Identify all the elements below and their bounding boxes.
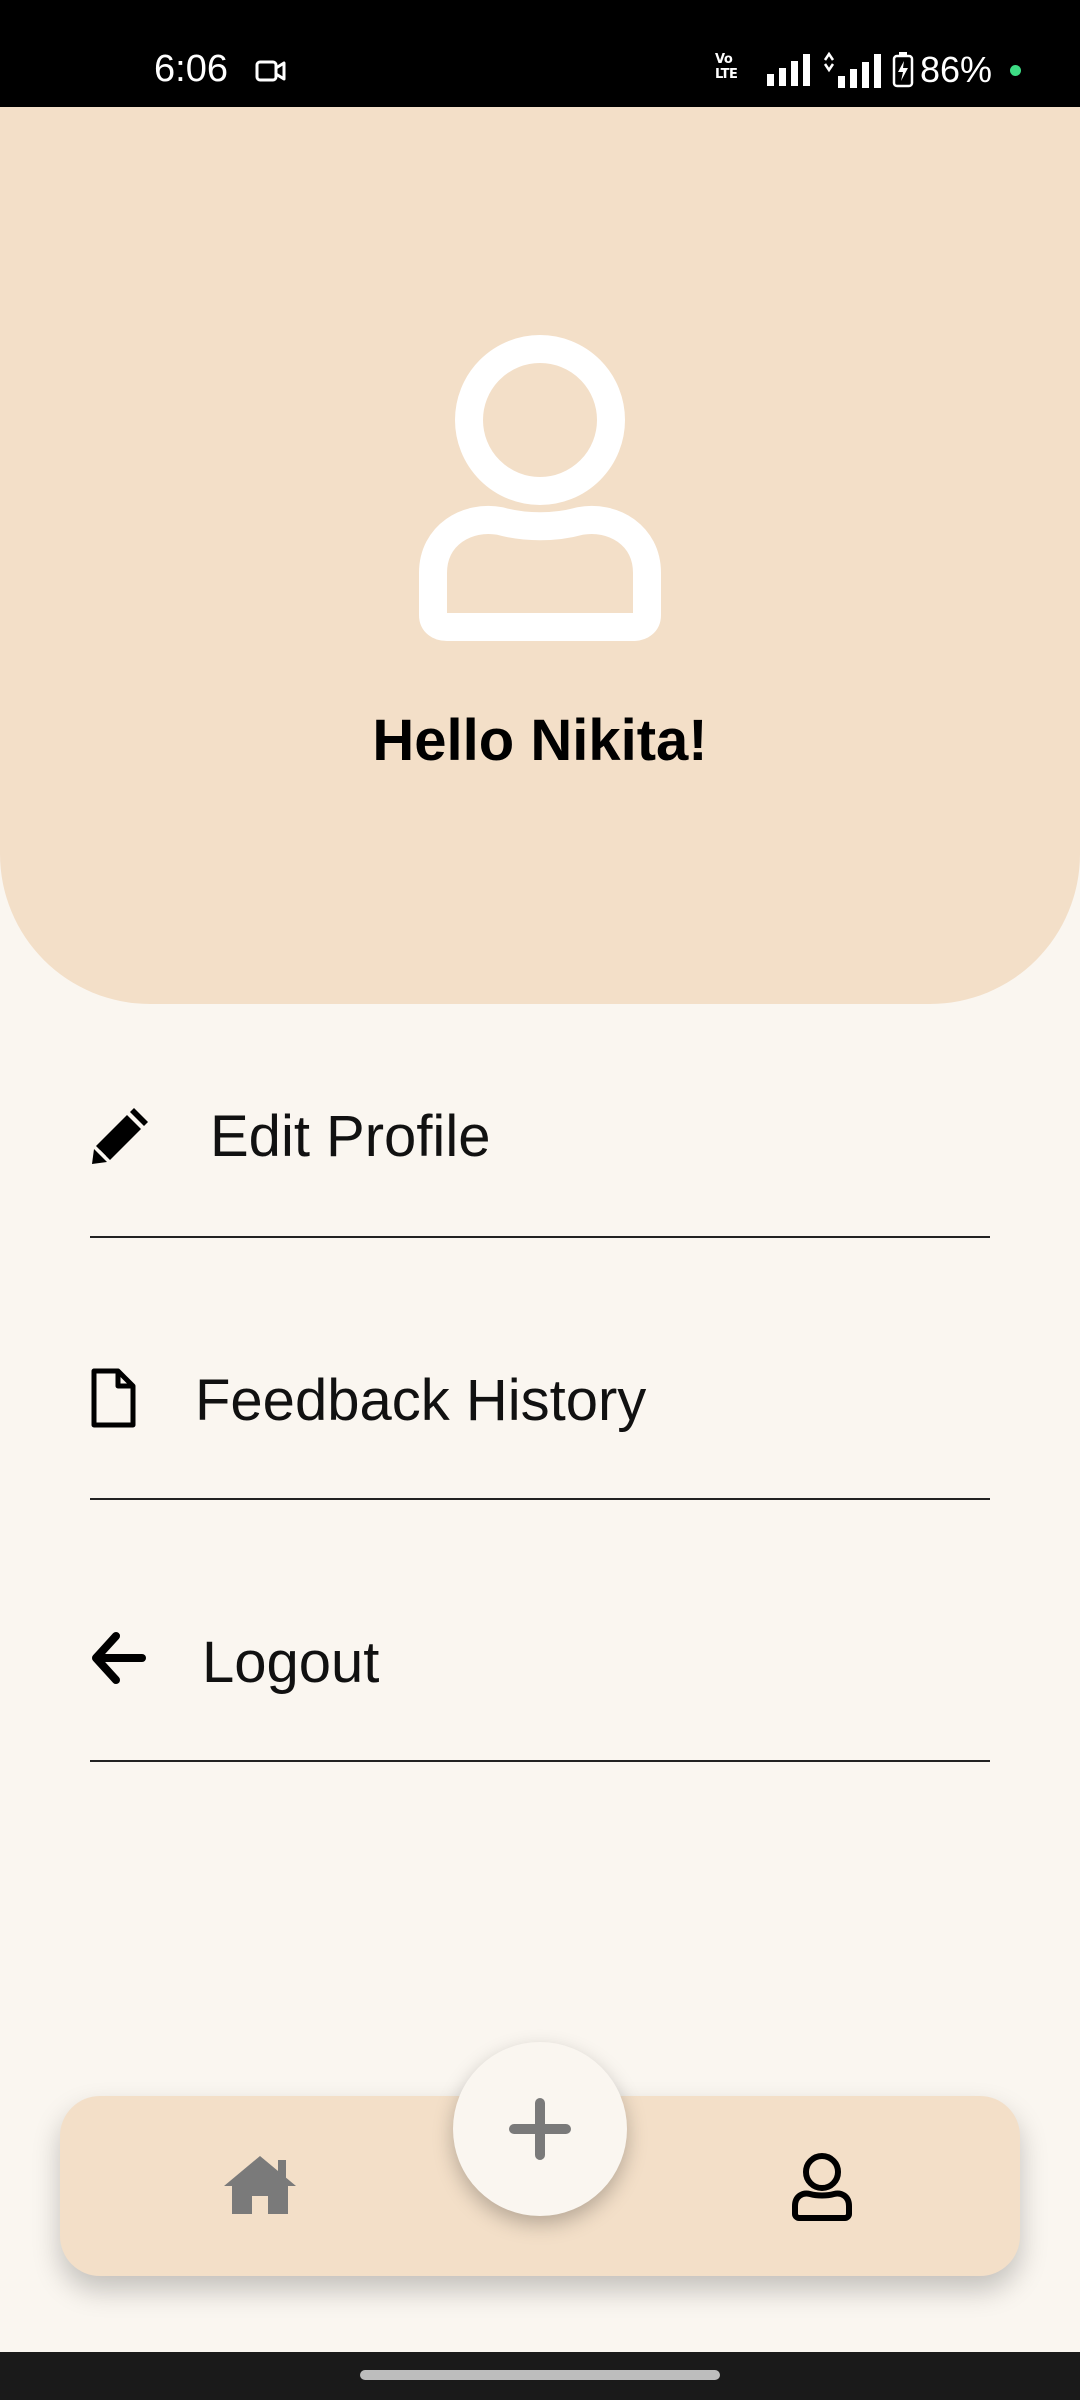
battery-charging-icon <box>892 52 914 93</box>
user-icon <box>405 335 675 650</box>
gesture-handle[interactable] <box>360 2370 720 2380</box>
menu-item-label: Edit Profile <box>210 1104 491 1169</box>
profile-header: Hello Nikita! <box>0 107 1080 1004</box>
home-icon[interactable] <box>220 2152 310 2232</box>
volte-icon: Vo LTE <box>715 52 738 82</box>
greeting-text: Hello Nikita! <box>372 708 708 773</box>
gesture-navigation-bar <box>0 2352 1080 2400</box>
signal-4g-icon <box>822 50 884 93</box>
profile-nav-icon[interactable] <box>790 2152 860 2232</box>
logout-button[interactable]: Logout <box>90 1500 990 1762</box>
dot-indicator-icon <box>1010 65 1021 76</box>
menu-item-label: Feedback History <box>195 1368 647 1433</box>
menu-item-label: Logout <box>202 1630 380 1695</box>
document-icon <box>90 1368 136 1433</box>
feedback-history-button[interactable]: Feedback History <box>90 1238 990 1500</box>
pencil-icon <box>90 1104 152 1171</box>
signal-icon <box>767 52 813 91</box>
arrow-left-icon <box>90 1632 146 1689</box>
status-time: 6:06 <box>154 48 228 90</box>
video-camera-icon <box>255 59 287 88</box>
edit-profile-button[interactable]: Edit Profile <box>90 1000 990 1238</box>
add-button[interactable] <box>453 2042 627 2216</box>
battery-percent: 86% <box>920 49 993 90</box>
status-bar: 6:06 Vo LTE 86% <box>0 0 1080 107</box>
